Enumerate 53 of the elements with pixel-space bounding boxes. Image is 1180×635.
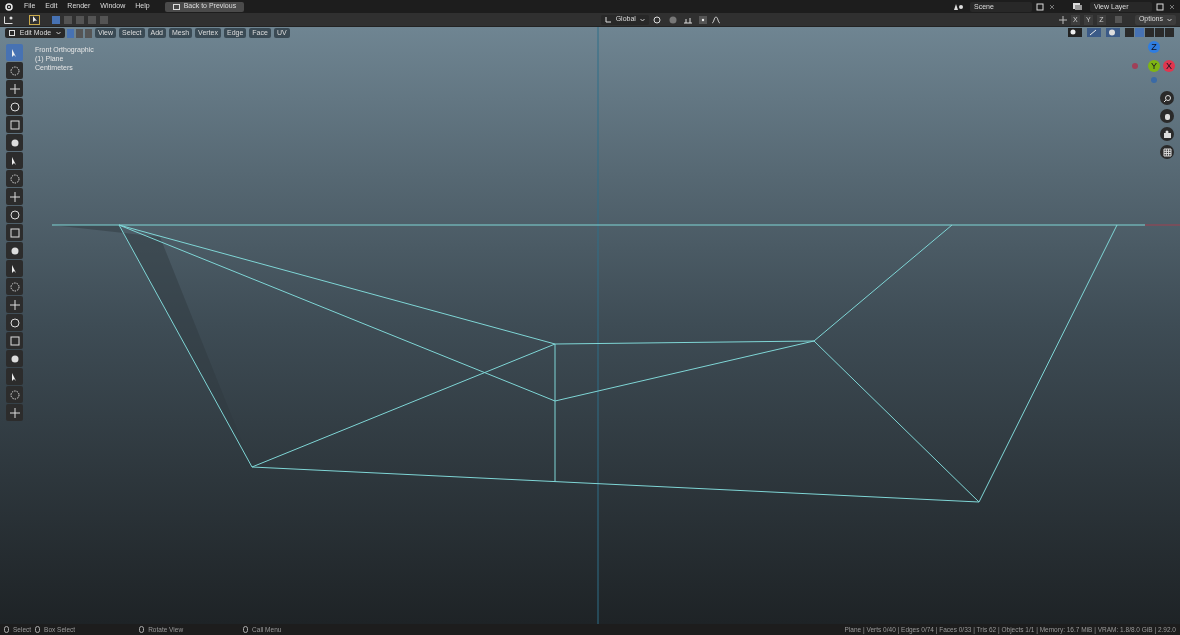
tool-icon bbox=[7, 81, 22, 96]
proportional-edit-icon bbox=[698, 15, 707, 24]
tool-button[interactable] bbox=[6, 260, 23, 277]
axes-icon bbox=[604, 16, 612, 23]
tool-button[interactable] bbox=[6, 314, 23, 331]
mesh-mode-icon bbox=[9, 30, 15, 36]
auto-merge-icon bbox=[1113, 15, 1123, 24]
tool-button[interactable] bbox=[6, 152, 23, 169]
tool-icon bbox=[7, 333, 22, 348]
caret-icon bbox=[1167, 17, 1172, 22]
tool-icon bbox=[7, 189, 22, 204]
selection-mode-button[interactable] bbox=[52, 15, 60, 24]
zoom-icon bbox=[1161, 92, 1173, 104]
tool-icon bbox=[7, 117, 22, 132]
tool-icon bbox=[7, 207, 22, 222]
snap-target-icon bbox=[682, 15, 695, 24]
copy-icon bbox=[1036, 2, 1044, 11]
caret-icon bbox=[639, 17, 645, 22]
tool-button[interactable] bbox=[6, 206, 23, 223]
gizmo-icon bbox=[1087, 28, 1101, 37]
tool-icon bbox=[7, 171, 22, 186]
tool-button[interactable] bbox=[6, 134, 23, 151]
overlay-icon bbox=[1106, 28, 1120, 37]
tool-icon bbox=[7, 99, 22, 114]
close-icon bbox=[1168, 2, 1176, 11]
tool-icon bbox=[7, 225, 22, 240]
mouse-icon bbox=[139, 626, 145, 633]
mouse-icon bbox=[35, 626, 41, 633]
grid-line bbox=[1144, 224, 1180, 226]
navigation-button[interactable] bbox=[1160, 91, 1174, 105]
tool-button[interactable] bbox=[6, 98, 23, 115]
mouse-icon bbox=[4, 626, 9, 633]
grid-icon bbox=[1161, 146, 1173, 158]
cursor-icon bbox=[31, 16, 38, 23]
close-icon bbox=[1048, 2, 1056, 11]
screen-icon bbox=[172, 3, 180, 10]
tool-icon bbox=[7, 387, 22, 402]
caret-icon bbox=[56, 31, 61, 35]
tool-icon bbox=[7, 315, 22, 330]
tool-icon bbox=[7, 405, 22, 420]
tool-button[interactable] bbox=[6, 350, 23, 367]
mouse-icon bbox=[243, 626, 249, 633]
editor-type-icon bbox=[4, 15, 13, 24]
navigation-button[interactable] bbox=[1160, 145, 1174, 159]
tool-icon bbox=[7, 279, 22, 294]
tool-icon bbox=[7, 297, 22, 312]
tool-button[interactable] bbox=[6, 368, 23, 385]
copy-icon bbox=[1156, 2, 1164, 11]
tool-button[interactable] bbox=[6, 242, 23, 259]
falloff-curve-icon bbox=[710, 15, 721, 24]
tweak-tool-button[interactable] bbox=[29, 14, 40, 25]
tool-icon bbox=[7, 63, 22, 78]
blender-logo-icon bbox=[4, 2, 13, 11]
